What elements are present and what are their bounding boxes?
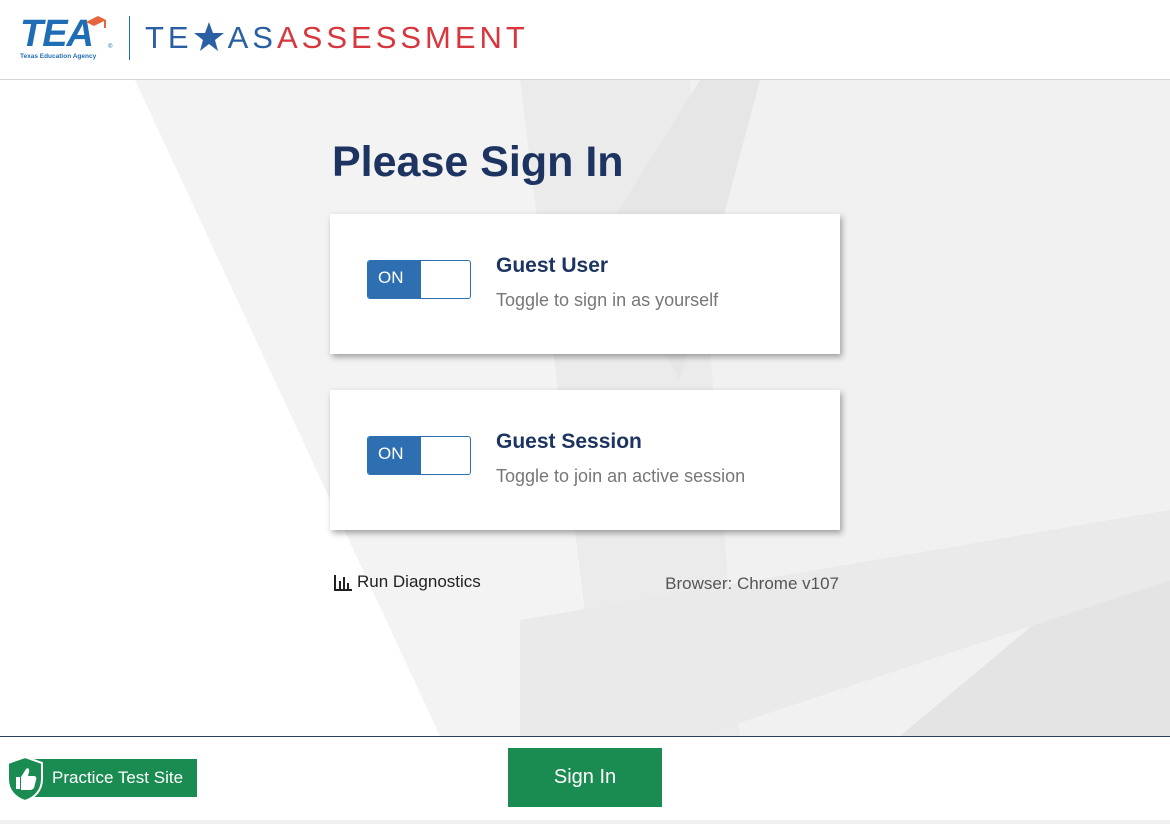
header: TEA ® Texas Education Agency TE AS ASSES… bbox=[0, 0, 1170, 80]
tea-logo-mark: TEA bbox=[20, 13, 94, 55]
run-diagnostics-label: Run Diagnostics bbox=[357, 572, 481, 591]
brand-text-te: TE bbox=[145, 20, 193, 55]
toggle-knob bbox=[421, 437, 470, 474]
toggle-on-label: ON bbox=[368, 437, 421, 474]
practice-test-site-label: Practice Test Site bbox=[52, 768, 184, 787]
toggle-on-label: ON bbox=[368, 261, 421, 298]
brand-text-assessment: ASSESSMENT bbox=[276, 20, 529, 55]
sign-in-button[interactable]: Sign In bbox=[508, 748, 662, 807]
registered-mark: ® bbox=[108, 44, 113, 50]
guest-session-description: Toggle to join an active session bbox=[496, 466, 746, 486]
main-content: Please Sign In ON Guest User Toggle to s… bbox=[0, 80, 1170, 736]
practice-test-site-badge[interactable]: Practice Test Site bbox=[4, 755, 197, 803]
browser-info: Browser: Chrome v107 bbox=[665, 574, 839, 593]
thumbs-up-shield-icon bbox=[7, 755, 43, 803]
guest-session-title: Guest Session bbox=[496, 430, 642, 453]
toggle-knob bbox=[421, 261, 470, 298]
guest-session-toggle[interactable]: ON bbox=[367, 436, 471, 475]
star-icon bbox=[193, 22, 224, 51]
page-title: Please Sign In bbox=[332, 138, 624, 186]
guest-user-card: ON Guest User Toggle to sign in as yours… bbox=[330, 214, 840, 354]
guest-user-title: Guest User bbox=[496, 254, 609, 277]
header-divider bbox=[129, 16, 130, 60]
guest-user-description: Toggle to sign in as yourself bbox=[496, 290, 719, 310]
guest-user-toggle[interactable]: ON bbox=[367, 260, 471, 299]
tea-logo: TEA ® Texas Education Agency bbox=[20, 14, 116, 62]
footer: Practice Test Site Sign In bbox=[0, 736, 1170, 824]
tea-logo-subtext: Texas Education Agency bbox=[20, 53, 97, 60]
graduation-cap-icon bbox=[86, 16, 106, 28]
run-diagnostics-link[interactable]: Run Diagnostics bbox=[333, 572, 481, 592]
texas-assessment-logo: TE AS ASSESSMENT bbox=[145, 18, 529, 58]
guest-session-card: ON Guest Session Toggle to join an activ… bbox=[330, 390, 840, 530]
bottom-strip bbox=[0, 820, 1170, 824]
bar-chart-icon bbox=[334, 575, 352, 591]
brand-text-as: AS bbox=[227, 20, 277, 55]
